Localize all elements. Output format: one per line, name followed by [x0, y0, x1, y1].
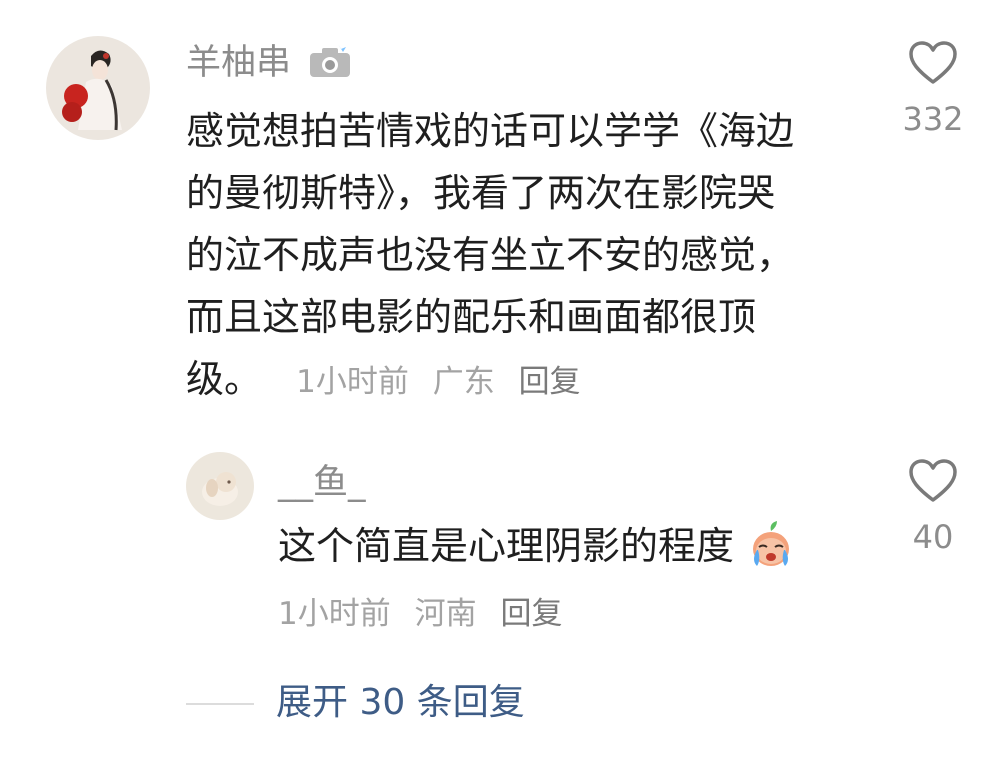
reply-button[interactable]: 回复: [500, 596, 562, 632]
reply-username[interactable]: __鱼_: [278, 462, 366, 504]
expand-replies-button[interactable]: 展开 30 条回复: [276, 680, 525, 726]
reply-like-button[interactable]: 40: [893, 458, 973, 556]
crying-peach-emoji-icon: [746, 521, 796, 587]
heart-outline-icon: [893, 40, 973, 86]
comment-like-button[interactable]: 332: [893, 40, 973, 138]
divider: [186, 703, 254, 705]
comment-location: 广东: [432, 364, 495, 400]
comment-time: 1小时前: [296, 364, 409, 400]
like-count: 40: [912, 518, 954, 556]
comment-text: 感觉想拍苦情戏的话可以学学《海边 的曼彻斯特》，我看了两次在影院哭 的泣不成声也…: [186, 109, 795, 401]
reply-location: 河南: [414, 596, 477, 632]
comment-meta: 1小时前 广东 回复: [296, 364, 594, 400]
reply-time: 1小时前: [278, 596, 391, 632]
reply-avatar[interactable]: [186, 452, 254, 520]
heart-outline-icon: [893, 458, 973, 504]
like-count: 332: [902, 100, 964, 138]
comment-username[interactable]: 羊柚串: [186, 42, 352, 88]
camera-flash-icon: [308, 44, 352, 88]
reply-button[interactable]: 回复: [519, 364, 581, 400]
reply-text: 这个简直是心理阴影的程度: [278, 515, 878, 587]
reply-meta: 1小时前 河南 回复: [278, 592, 576, 636]
avatar[interactable]: [46, 36, 150, 140]
comment-thread: 羊柚串 感觉想拍苦情戏的话可以学学《海边 的曼彻斯特》，我看了两次在影院哭 的泣…: [0, 0, 1008, 766]
